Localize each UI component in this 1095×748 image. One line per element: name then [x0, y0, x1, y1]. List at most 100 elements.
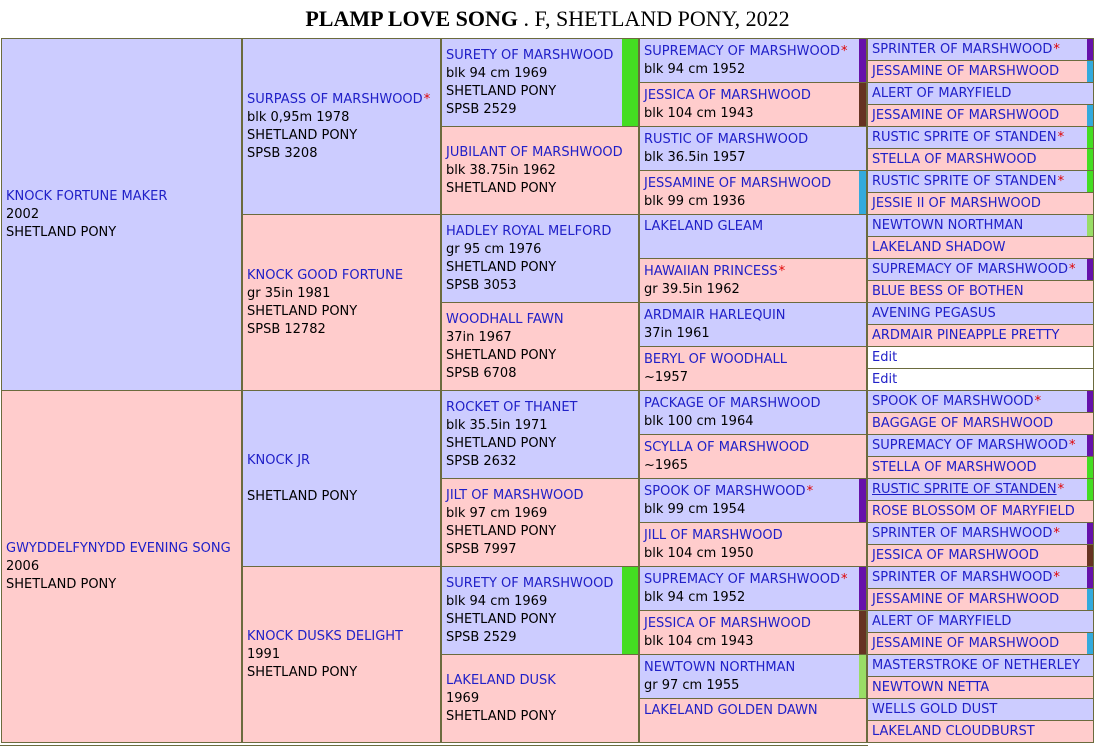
horse-detail: SPSB 12782 — [247, 322, 326, 337]
color-bar — [859, 611, 866, 654]
pedigree-cell-g5: RUSTIC SPRITE OF STANDEN* — [867, 478, 1094, 501]
horse-name-link[interactable]: JESSIE II OF MARSHWOOD — [872, 196, 1041, 211]
horse-detail: SHETLAND PONY — [446, 436, 557, 451]
horse-name-link[interactable]: SUPREMACY OF MARSHWOOD — [872, 438, 1068, 453]
pedigree-cell-g5: BLUE BESS OF BOTHEN — [867, 280, 1094, 303]
pedigree-cell-g5: JESSAMINE OF MARSHWOOD — [867, 632, 1094, 655]
horse-detail: blk 99 cm 1936 — [644, 194, 746, 209]
horse-detail: gr 95 cm 1976 — [446, 242, 542, 257]
horse-name-link[interactable]: ARDMAIR HARLEQUIN — [644, 308, 786, 323]
horse-name-link[interactable]: SURETY OF MARSHWOOD — [446, 576, 613, 591]
horse-name-link[interactable]: LAKELAND CLOUDBURST — [872, 724, 1035, 739]
color-bar — [1087, 105, 1093, 126]
horse-name-link[interactable]: LAKELAND SHADOW — [872, 240, 1006, 255]
pedigree-cell-g4: SUPREMACY OF MARSHWOOD* blk 94 cm 1952 — [639, 38, 867, 83]
horse-name-link[interactable]: RUSTIC OF MARSHWOOD — [644, 132, 808, 147]
horse-name-link[interactable]: LAKELAND GLEAM — [644, 219, 763, 234]
horse-name-link[interactable]: GWYDDELFYNYDD EVENING SONG — [6, 541, 231, 556]
horse-detail: blk 97 cm 1969 — [446, 506, 548, 521]
horse-name-link[interactable]: KNOCK JR — [247, 453, 310, 468]
horse-name-link[interactable]: RUSTIC SPRITE OF STANDEN — [872, 130, 1057, 145]
horse-name-link[interactable]: JESSICA OF MARSHWOOD — [872, 548, 1039, 563]
horse-name-link[interactable]: JESSAMINE OF MARSHWOOD — [872, 64, 1059, 79]
horse-name-link[interactable]: KNOCK GOOD FORTUNE — [247, 268, 403, 283]
pedigree-cell-g5: LAKELAND SHADOW — [867, 236, 1094, 259]
horse-name-link[interactable]: JESSICA OF MARSHWOOD — [644, 88, 811, 103]
horse-name-link[interactable]: JESSAMINE OF MARSHWOOD — [872, 108, 1059, 123]
horse-name-link[interactable]: JILL OF MARSHWOOD — [644, 528, 783, 543]
horse-name-link[interactable]: SURETY OF MARSHWOOD — [446, 48, 613, 63]
horse-detail: blk 100 cm 1964 — [644, 414, 754, 429]
star-icon: * — [1057, 129, 1065, 145]
horse-detail: gr 35in 1981 — [247, 286, 331, 301]
horse-name-link[interactable]: SPRINTER OF MARSHWOOD — [872, 526, 1052, 541]
horse-name-link[interactable]: SPRINTER OF MARSHWOOD — [872, 570, 1052, 585]
horse-name-link[interactable]: BLUE BESS OF BOTHEN — [872, 284, 1024, 299]
horse-name-link[interactable]: STELLA OF MARSHWOOD — [872, 152, 1037, 167]
color-bar — [1087, 39, 1093, 60]
horse-name-link[interactable]: SUPREMACY OF MARSHWOOD — [644, 44, 840, 59]
horse-name-link[interactable]: ROSE BLOSSOM OF MARYFIELD — [872, 504, 1075, 519]
pedigree-cell-g5: WELLS GOLD DUST — [867, 698, 1094, 721]
horse-name-link[interactable]: WOODHALL FAWN — [446, 312, 564, 327]
star-icon: * — [841, 572, 848, 587]
horse-name-link[interactable]: JUBILANT OF MARSHWOOD — [446, 145, 623, 160]
horse-name-link[interactable]: BERYL OF WOODHALL — [644, 352, 787, 367]
pedigree-cell-g5: BAGGAGE OF MARSHWOOD — [867, 412, 1094, 435]
horse-name-link[interactable]: STELLA OF MARSHWOOD — [872, 460, 1037, 475]
star-icon: * — [1034, 393, 1042, 409]
horse-name-link[interactable]: HADLEY ROYAL MELFORD — [446, 224, 611, 239]
horse-detail: blk 99 cm 1954 — [644, 502, 746, 517]
horse-name-link[interactable]: SPRINTER OF MARSHWOOD — [872, 42, 1052, 57]
horse-name-link[interactable]: JESSAMINE OF MARSHWOOD — [872, 636, 1059, 651]
horse-name-link[interactable]: JESSICA OF MARSHWOOD — [644, 616, 811, 631]
edit-link[interactable]: Edit — [872, 350, 897, 365]
horse-name-link[interactable]: LAKELAND GOLDEN DAWN — [644, 703, 818, 718]
horse-name-link[interactable]: JESSAMINE OF MARSHWOOD — [644, 176, 831, 191]
horse-detail: SPSB 6708 — [446, 366, 517, 381]
horse-name-link[interactable]: ARDMAIR PINEAPPLE PRETTY — [872, 328, 1060, 343]
horse-name-link[interactable]: MASTERSTROKE OF NETHERLEY — [872, 658, 1080, 673]
color-bar — [859, 39, 866, 82]
horse-name-link[interactable]: SCYLLA OF MARSHWOOD — [644, 440, 809, 455]
horse-name-link[interactable]: KNOCK DUSKS DELIGHT — [247, 629, 403, 644]
horse-detail: SHETLAND PONY — [446, 612, 557, 627]
horse-name-link[interactable]: ALERT OF MARYFIELD — [872, 86, 1011, 101]
horse-detail: SPSB 2529 — [446, 102, 517, 117]
pedigree-cell-g5: JESSAMINE OF MARSHWOOD — [867, 60, 1094, 83]
horse-name-link[interactable]: JESSAMINE OF MARSHWOOD — [872, 592, 1059, 607]
horse-name-link[interactable]: SUPREMACY OF MARSHWOOD — [872, 262, 1068, 277]
horse-name-link[interactable]: SPOOK OF MARSHWOOD — [644, 484, 806, 499]
star-icon: * — [841, 44, 848, 59]
edit-link[interactable]: Edit — [872, 372, 897, 387]
horse-name-link[interactable]: NEWTOWN NORTHMAN — [872, 218, 1023, 233]
horse-name-link[interactable]: SUPREMACY OF MARSHWOOD — [644, 572, 840, 587]
color-bar — [1087, 171, 1093, 192]
horse-name-link[interactable]: LAKELAND DUSK — [446, 673, 556, 688]
star-icon: * — [1057, 481, 1065, 497]
horse-name-link[interactable]: RUSTIC SPRITE OF STANDEN — [872, 482, 1057, 497]
horse-name-link[interactable]: WELLS GOLD DUST — [872, 702, 997, 717]
pedigree-cell-g4: SPOOK OF MARSHWOOD* blk 99 cm 1954 — [639, 478, 867, 523]
horse-name-link[interactable]: AVENING PEGASUS — [872, 306, 996, 321]
horse-name-link[interactable]: KNOCK FORTUNE MAKER — [6, 189, 167, 204]
horse-name-link[interactable]: PACKAGE OF MARSHWOOD — [644, 396, 820, 411]
pedigree-cell-g1: KNOCK FORTUNE MAKER 2002 SHETLAND PONY — [1, 38, 242, 391]
horse-name-link[interactable]: ALERT OF MARYFIELD — [872, 614, 1011, 629]
horse-name-link[interactable]: JILT OF MARSHWOOD — [446, 488, 584, 503]
horse-name-link[interactable]: ROCKET OF THANET — [446, 400, 578, 415]
pedigree-cell-g5: JESSAMINE OF MARSHWOOD — [867, 104, 1094, 127]
horse-detail: SHETLAND PONY — [446, 709, 557, 724]
horse-detail: SHETLAND PONY — [6, 225, 117, 240]
horse-detail: blk 104 cm 1950 — [644, 546, 754, 561]
horse-name-link[interactable]: RUSTIC SPRITE OF STANDEN — [872, 174, 1057, 189]
horse-name-link[interactable]: SURPASS OF MARSHWOOD — [247, 92, 423, 107]
horse-name-link[interactable]: BAGGAGE OF MARSHWOOD — [872, 416, 1053, 431]
pedigree-cell-g5: SUPREMACY OF MARSHWOOD* — [867, 258, 1094, 281]
horse-name-link[interactable]: SPOOK OF MARSHWOOD — [872, 394, 1034, 409]
horse-name-link[interactable]: NEWTOWN NORTHMAN — [644, 660, 795, 675]
horse-name-link[interactable]: NEWTOWN NETTA — [872, 680, 989, 695]
horse-name-link[interactable]: HAWAIIAN PRINCESS — [644, 264, 778, 279]
pedigree-cell-g4: NEWTOWN NORTHMAN gr 97 cm 1955 — [639, 654, 867, 699]
horse-detail: 37in 1961 — [644, 326, 710, 341]
